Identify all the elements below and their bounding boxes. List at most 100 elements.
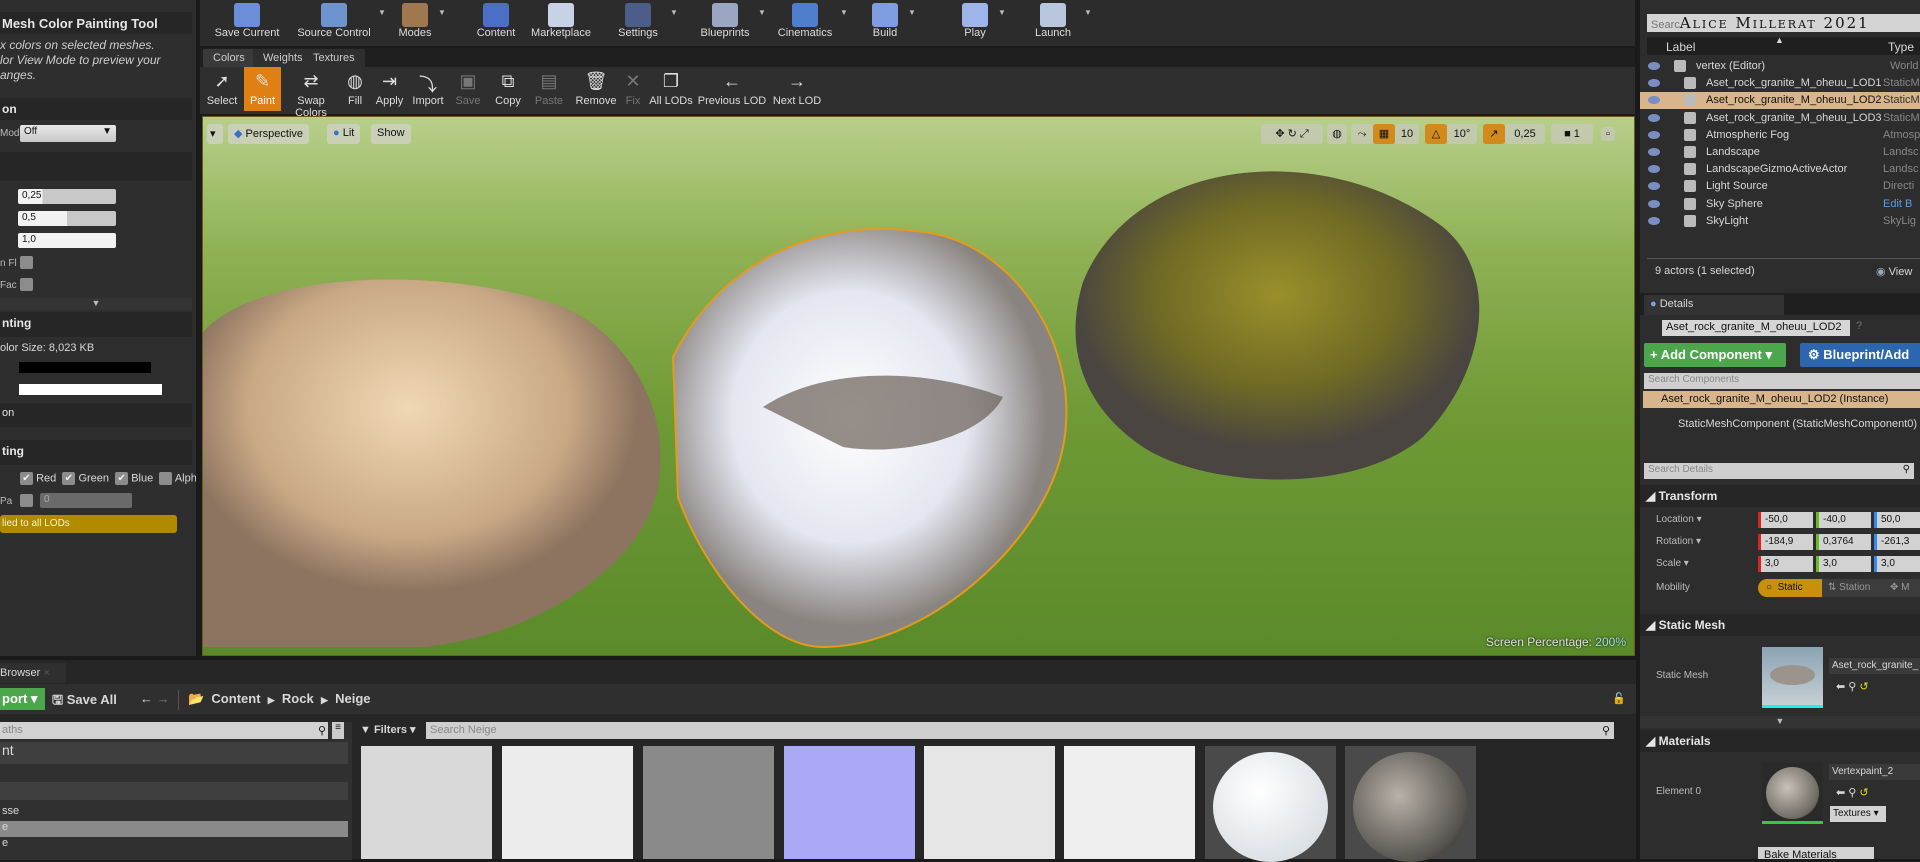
- chevron-down-icon[interactable]: ▼: [670, 8, 678, 17]
- toolbar-content-button[interactable]: Content: [470, 0, 522, 46]
- lit-button[interactable]: ● Lit: [327, 124, 361, 144]
- tool-import-button[interactable]: ⤵ Import: [408, 67, 448, 111]
- expand-arrow-icon[interactable]: ▼: [0, 298, 192, 310]
- option-checkbox[interactable]: [20, 278, 33, 291]
- breadcrumb-content[interactable]: Content: [211, 691, 260, 706]
- label-column-header[interactable]: Label: [1666, 40, 1695, 54]
- perspective-button[interactable]: ◆ Perspective: [228, 124, 310, 144]
- toolbar-source-control-button[interactable]: Source Control: [288, 0, 380, 46]
- outliner-row[interactable]: Aset_rock_granite_M_oheuu_LOD2 StaticM: [1640, 92, 1920, 110]
- component-instance-row[interactable]: Aset_rock_granite_M_oheuu_LOD2 (Instance…: [1643, 391, 1920, 408]
- content-browser-tab[interactable]: Browser ×: [0, 663, 66, 683]
- textures-dropdown[interactable]: Textures ▾: [1830, 806, 1886, 822]
- mode-dropdown[interactable]: Off ▼: [20, 125, 116, 142]
- outliner-row[interactable]: Aset_rock_granite_M_oheuu_LOD3 StaticM: [1640, 110, 1920, 127]
- scale-x-field[interactable]: 3,0: [1758, 556, 1813, 572]
- view-options-button[interactable]: ◉ View: [1876, 265, 1912, 278]
- blueprint-button[interactable]: ⚙ Blueprint/Add: [1800, 343, 1920, 367]
- search-assets-input[interactable]: Search Neige ⚲: [426, 722, 1614, 739]
- material-picker[interactable]: Vertexpaint_2: [1829, 764, 1920, 780]
- tool-paste-button[interactable]: ▤ Paste: [530, 67, 568, 111]
- folder-item[interactable]: nt: [0, 742, 348, 764]
- outliner-row[interactable]: Landscape Landsc: [1640, 144, 1920, 161]
- location-z-field[interactable]: 50,0: [1874, 512, 1920, 528]
- asset-thumbnail[interactable]: [784, 746, 915, 859]
- static-mesh-thumbnail[interactable]: [1762, 647, 1823, 708]
- static-mesh-picker[interactable]: Aset_rock_granite_: [1829, 658, 1920, 674]
- toolbar-play-button[interactable]: Play: [950, 0, 1000, 46]
- filters-button[interactable]: ▼ Filters ▾: [360, 723, 416, 736]
- list-view-icon[interactable]: ≡: [332, 722, 344, 739]
- close-icon[interactable]: ×: [43, 667, 49, 679]
- visibility-eye-icon[interactable]: [1648, 148, 1660, 156]
- folder-item[interactable]: [0, 762, 348, 780]
- expand-arrow-icon[interactable]: ▼: [1640, 716, 1920, 728]
- chevron-down-icon[interactable]: ▼: [840, 8, 848, 17]
- asset-thumbnail[interactable]: [361, 746, 492, 859]
- visibility-eye-icon[interactable]: [1648, 216, 1660, 225]
- toolbar-save-button[interactable]: Save Current: [208, 0, 286, 46]
- section-header[interactable]: ting: [0, 440, 192, 465]
- visibility-eye-icon[interactable]: [1648, 182, 1660, 191]
- rotation-z-field[interactable]: -261,3: [1874, 534, 1920, 550]
- save-all-button[interactable]: 🖫 Save All: [52, 691, 117, 713]
- asset-thumbnail[interactable]: [924, 746, 1055, 859]
- folder-item[interactable]: e: [0, 837, 348, 853]
- tool-all-lods-button[interactable]: ❐ All LODs: [649, 67, 693, 111]
- asset-thumbnail[interactable]: [1345, 746, 1476, 862]
- transform-mode-group[interactable]: ✥ ↻ ⤢: [1261, 124, 1323, 144]
- visibility-eye-icon[interactable]: [1648, 96, 1660, 105]
- browse-icon[interactable]: ⚲: [1848, 681, 1856, 693]
- mobility-stationary-button[interactable]: ⇅ Station: [1822, 579, 1886, 597]
- toolbar-build-button[interactable]: Build: [860, 0, 910, 46]
- chevron-down-icon[interactable]: ▼: [758, 8, 766, 17]
- section-header[interactable]: on: [0, 403, 192, 427]
- toolbar-cinematics-button[interactable]: Cinematics: [768, 0, 842, 46]
- outliner-row[interactable]: vertex (Editor) World: [1640, 58, 1920, 75]
- rotation-snap-toggle[interactable]: △: [1425, 124, 1447, 144]
- location-label[interactable]: Location ▾: [1656, 514, 1702, 525]
- viewport-menu-button[interactable]: ▾: [207, 124, 223, 144]
- visibility-eye-icon[interactable]: [1648, 130, 1660, 139]
- material-thumbnail[interactable]: [1762, 763, 1823, 824]
- toolbar-blueprints-button[interactable]: Blueprints: [690, 0, 760, 46]
- search-components-input[interactable]: Search Components: [1644, 373, 1920, 389]
- tool-copy-button[interactable]: ⧉ Copy: [490, 67, 526, 111]
- asset-thumbnail[interactable]: [1064, 746, 1195, 859]
- tool-select-button[interactable]: ➚ Select: [203, 67, 241, 111]
- tool-fill-button[interactable]: ◍ Fill: [340, 67, 370, 111]
- outliner-row[interactable]: Aset_rock_granite_M_oheuu_LOD1 StaticM: [1640, 75, 1920, 92]
- location-y-field[interactable]: -40,0: [1816, 512, 1871, 528]
- outliner-search-input[interactable]: SearcAlice Millerat 2021: [1647, 14, 1920, 32]
- tool-paint-button[interactable]: ✎ Paint: [244, 67, 281, 111]
- toolbar-modes-button[interactable]: Modes: [390, 0, 440, 46]
- visibility-eye-icon[interactable]: [1648, 199, 1660, 208]
- use-selected-icon[interactable]: ⬅: [1836, 787, 1845, 799]
- add-component-button[interactable]: + Add Component ▾: [1644, 343, 1786, 367]
- breadcrumb-rock[interactable]: Rock: [282, 691, 314, 706]
- section-header[interactable]: nting: [0, 312, 192, 337]
- asset-thumbnail[interactable]: [1205, 746, 1336, 862]
- static-mesh-component-row[interactable]: StaticMeshComponent (StaticMeshComponent…: [1678, 418, 1917, 430]
- pa-index-field[interactable]: 0: [40, 493, 132, 508]
- location-x-field[interactable]: -50,0: [1758, 512, 1813, 528]
- tab-colors[interactable]: Colors: [203, 49, 255, 68]
- green-checkbox[interactable]: ✔: [62, 472, 76, 485]
- red-checkbox[interactable]: ✔: [20, 472, 33, 485]
- chevron-down-icon[interactable]: ▼: [438, 8, 446, 17]
- folder-item[interactable]: sse: [0, 805, 348, 821]
- section-header[interactable]: [0, 152, 192, 181]
- reset-icon[interactable]: ↺: [1859, 681, 1868, 693]
- tab-textures[interactable]: Textures: [303, 49, 365, 68]
- visibility-eye-icon[interactable]: [1648, 113, 1660, 122]
- section-header[interactable]: on: [0, 98, 192, 120]
- mobility-static-button[interactable]: ○ Static: [1758, 579, 1822, 597]
- tool-swap-colors-button[interactable]: ⇄ Swap Colors: [281, 67, 341, 119]
- back-arrow-icon[interactable]: ←: [140, 691, 153, 706]
- scale-z-field[interactable]: 3,0: [1874, 556, 1920, 572]
- pa-checkbox[interactable]: [20, 494, 33, 507]
- visibility-eye-icon[interactable]: [1648, 79, 1660, 88]
- surface-snap-button[interactable]: ⤳: [1351, 124, 1373, 144]
- rotation-label[interactable]: Rotation ▾: [1656, 536, 1701, 547]
- scale-snap-toggle[interactable]: ↗: [1483, 124, 1505, 144]
